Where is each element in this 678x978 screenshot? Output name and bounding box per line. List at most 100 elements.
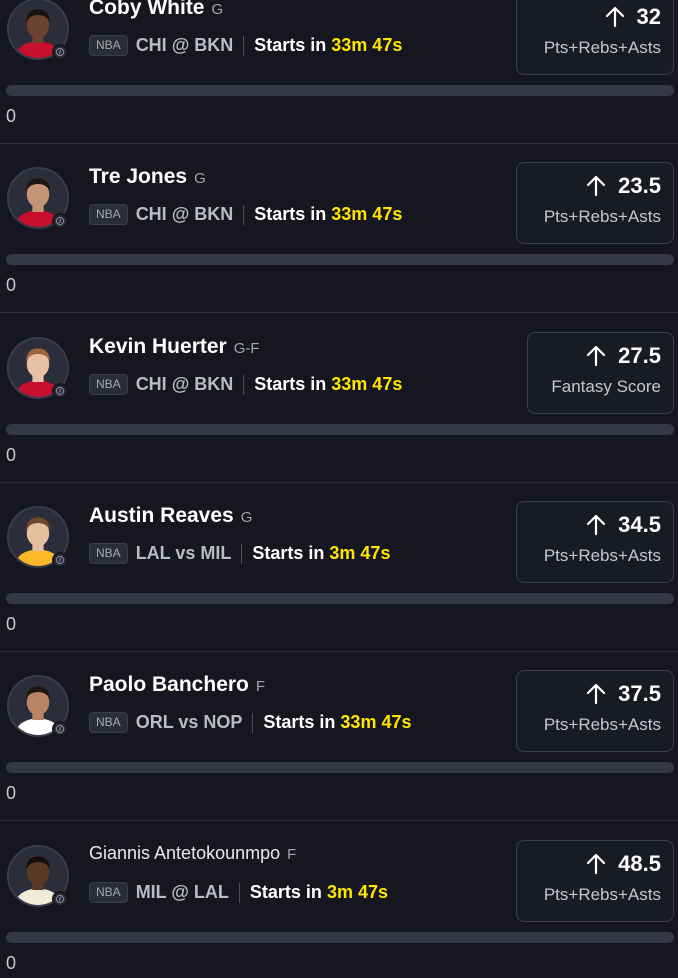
stat-type: Pts+Rebs+Asts (543, 38, 661, 57)
player-position: G (194, 170, 206, 187)
starts-in-label: Starts in (254, 204, 327, 224)
line-row: 48.5 (586, 851, 661, 877)
starts-in-label: Starts in (249, 882, 322, 902)
stat-type: Pts+Rebs+Asts (543, 207, 661, 226)
player-position: G (240, 509, 253, 526)
line-value: 27.5 (618, 343, 661, 368)
projection-line-button[interactable]: 32 Pts+Rebs+Asts (516, 0, 674, 75)
game-info: NBA CHI @ BKN Starts in 33m 47s (89, 35, 402, 56)
pick-count: 0 (6, 106, 17, 126)
progress-bar (6, 593, 674, 604)
player-position: F (287, 846, 297, 863)
info-divider (243, 35, 245, 56)
name-row: Austin Reaves G (89, 504, 252, 528)
league-badge: NBA (89, 204, 128, 225)
info-divider (243, 204, 245, 225)
countdown-time: 3m 47s (329, 543, 391, 563)
player-position: G-F (233, 340, 260, 357)
stat-type: Pts+Rebs+Asts (543, 715, 661, 734)
arrow-up-icon (587, 345, 606, 367)
player-card[interactable]: Tre Jones G NBA CHI @ BKN Starts in 33m … (0, 143, 678, 312)
line-row: 34.5 (586, 512, 661, 538)
game-info: NBA CHI @ BKN Starts in 33m 47s (89, 374, 402, 395)
league-badge: NBA (89, 543, 128, 564)
countdown-time: 33m 47s (331, 204, 403, 224)
team-badge-icon (52, 552, 68, 568)
line-value: 32 (636, 4, 661, 29)
league-badge: NBA (89, 712, 128, 733)
progress-bar (6, 762, 674, 773)
matchup-label: ORL vs NOP (135, 712, 243, 732)
progress-bar (6, 85, 674, 96)
name-row: Paolo Banchero F (89, 673, 265, 697)
projection-line-button[interactable]: 48.5 Pts+Rebs+Asts (516, 840, 674, 922)
game-info: NBA CHI @ BKN Starts in 33m 47s (89, 204, 402, 225)
stat-type: Pts+Rebs+Asts (543, 546, 661, 565)
arrow-up-icon (587, 175, 606, 197)
player-card[interactable]: Coby White G NBA CHI @ BKN Starts in 33m… (0, 0, 678, 143)
line-value: 37.5 (618, 681, 661, 706)
projection-line-button[interactable]: 34.5 Pts+Rebs+Asts (516, 501, 674, 583)
line-row: 27.5 (586, 343, 661, 369)
name-row: Tre Jones G (89, 165, 206, 189)
team-badge-icon (52, 213, 68, 229)
player-card[interactable]: Kevin Huerter G-F NBA CHI @ BKN Starts i… (0, 313, 678, 482)
line-row: 23.5 (586, 173, 661, 199)
countdown-time: 3m 47s (326, 882, 388, 902)
player-position: F (255, 678, 266, 695)
game-info: NBA MIL @ LAL Starts in 3m 47s (89, 882, 388, 903)
progress-bar (6, 424, 674, 435)
player-card[interactable]: Austin Reaves G NBA LAL vs MIL Starts in… (0, 482, 678, 651)
line-value: 48.5 (618, 851, 661, 876)
team-badge-icon (52, 44, 68, 60)
info-divider (238, 882, 240, 903)
arrow-up-icon (605, 6, 624, 28)
player-name: Austin Reaves (89, 504, 234, 527)
projection-line-button[interactable]: 37.5 Pts+Rebs+Asts (516, 670, 674, 752)
projection-line-button[interactable]: 27.5 Fantasy Score (527, 332, 674, 414)
player-card[interactable]: Giannis Antetokounmpo F NBA MIL @ LAL St… (0, 821, 678, 978)
starts-in-label: Starts in (252, 543, 325, 563)
player-position: G (211, 1, 224, 18)
line-row: 32 (605, 4, 661, 30)
arrow-up-icon (587, 514, 606, 536)
pick-count: 0 (6, 614, 17, 634)
player-name: Tre Jones (89, 165, 188, 188)
stat-type: Fantasy Score (551, 377, 661, 396)
pick-count: 0 (6, 953, 17, 973)
team-badge-icon (52, 891, 68, 907)
pick-count: 0 (6, 783, 17, 803)
arrow-up-icon (587, 683, 606, 705)
league-badge: NBA (89, 35, 128, 56)
starts-in-label: Starts in (254, 35, 327, 55)
line-row: 37.5 (586, 681, 661, 707)
countdown-time: 33m 47s (331, 35, 403, 55)
info-divider (243, 374, 245, 395)
matchup-label: LAL vs MIL (135, 543, 232, 563)
name-row: Giannis Antetokounmpo F (89, 843, 296, 864)
countdown-time: 33m 47s (331, 374, 403, 394)
line-value: 23.5 (618, 173, 661, 198)
team-badge-icon (52, 383, 68, 399)
game-info: NBA ORL vs NOP Starts in 33m 47s (89, 712, 411, 733)
arrow-up-icon (587, 853, 606, 875)
league-badge: NBA (89, 882, 128, 903)
line-value: 34.5 (618, 512, 661, 537)
player-name: Paolo Banchero (89, 673, 249, 696)
matchup-label: CHI @ BKN (135, 374, 234, 394)
info-divider (252, 712, 254, 733)
matchup-label: MIL @ LAL (135, 882, 229, 902)
player-name: Coby White (89, 0, 205, 19)
game-info: NBA LAL vs MIL Starts in 3m 47s (89, 543, 390, 564)
pick-count: 0 (6, 275, 17, 295)
player-name: Kevin Huerter (89, 335, 227, 358)
team-badge-icon (52, 721, 68, 737)
matchup-label: CHI @ BKN (135, 35, 234, 55)
progress-bar (6, 254, 674, 265)
progress-bar (6, 932, 674, 943)
info-divider (241, 543, 243, 564)
player-card[interactable]: Paolo Banchero F NBA ORL vs NOP Starts i… (0, 651, 678, 820)
projection-line-button[interactable]: 23.5 Pts+Rebs+Asts (516, 162, 674, 244)
league-badge: NBA (89, 374, 128, 395)
starts-in-label: Starts in (254, 374, 327, 394)
